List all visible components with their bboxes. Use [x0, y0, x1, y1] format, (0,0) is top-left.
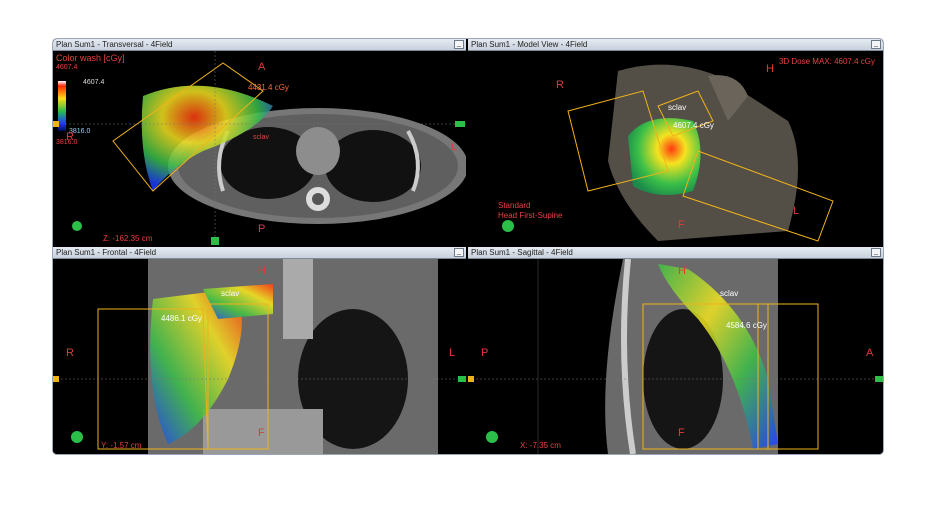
transversal-pane[interactable]: Plan Sum1 - Transversal - 4Field _ Color…: [53, 39, 466, 245]
orient-bottom: F: [678, 219, 685, 231]
patient-orientation-2: Head First-Supine: [498, 211, 563, 220]
legend-max-value: 4607.4: [83, 79, 105, 86]
frontal-view[interactable]: 4486.1 cGy sclav Y: -1.57 cm H F R L: [53, 259, 466, 454]
sagittal-view[interactable]: 4584.6 cGy sclav X: -7.35 cm H F P A: [468, 259, 883, 454]
patient-orientation-icon: [502, 220, 514, 232]
orient-top: H: [678, 265, 686, 277]
patient-orientation-icon: [486, 431, 498, 443]
model-view-minimize-button[interactable]: _: [871, 40, 881, 49]
dose-readout: 4584.6 cGy: [726, 321, 767, 330]
dose-legend-bar[interactable]: [58, 81, 66, 131]
orient-top: H: [766, 63, 774, 75]
structure-label: sclav: [720, 289, 739, 298]
structure-label: sclav: [221, 289, 240, 298]
dose-readout: 4486.1 cGy: [161, 314, 202, 323]
orient-right: L: [449, 347, 456, 359]
sagittal-image: [468, 259, 883, 454]
sagittal-minimize-button[interactable]: _: [871, 248, 881, 257]
patient-orientation-1: Standard: [498, 201, 531, 210]
orient-bottom: F: [678, 427, 685, 439]
frontal-title: Plan Sum1 - Frontal - 4Field: [56, 248, 157, 257]
structure-label: sclav: [253, 134, 269, 141]
orient-left: R: [66, 347, 74, 359]
orient-right: L: [451, 141, 458, 153]
model-view-title: Plan Sum1 - Model View - 4Field: [471, 40, 588, 49]
legend-max: 4607.4: [56, 64, 78, 71]
orient-top: H: [258, 265, 266, 277]
transversal-titlebar[interactable]: Plan Sum1 - Transversal - 4Field _: [53, 39, 466, 51]
orient-right: A: [866, 347, 874, 359]
orient-left: R: [556, 79, 564, 91]
transversal-view[interactable]: Color wash [cGy] 4607.4 4607.4 3816.0 38…: [53, 51, 466, 245]
patient-orientation-icon: [71, 431, 83, 443]
frontal-minimize-button[interactable]: _: [454, 248, 464, 257]
max-dose-label: 3D Dose MAX: 4607.4 cGy: [778, 57, 875, 66]
orient-right: L: [793, 205, 800, 217]
sagittal-titlebar[interactable]: Plan Sum1 - Sagittal - 4Field _: [468, 247, 883, 259]
frontal-image: [53, 259, 466, 454]
transversal-image: [53, 51, 466, 245]
orient-left: P: [481, 347, 489, 359]
structure-label: sclav: [668, 103, 687, 112]
orient-bottom: F: [258, 427, 265, 439]
frontal-titlebar[interactable]: Plan Sum1 - Frontal - 4Field _: [53, 247, 466, 259]
orient-left: R: [66, 131, 74, 143]
sagittal-title: Plan Sum1 - Sagittal - 4Field: [471, 248, 573, 257]
orient-bottom: P: [258, 223, 266, 235]
frontal-pane[interactable]: Plan Sum1 - Frontal - 4Field _ 4486.1 cG…: [53, 247, 466, 454]
legend-title: Color wash [cGy]: [56, 53, 125, 63]
sagittal-pane[interactable]: Plan Sum1 - Sagittal - 4Field _ 4584.6 c…: [468, 247, 883, 454]
slice-coordinate: X: -7.35 cm: [520, 441, 561, 450]
model-view-3d[interactable]: 3D Dose MAX: 4607.4 cGy 4607.4 cGy sclav…: [468, 51, 883, 245]
slice-coordinate: Z: -162.35 cm: [103, 234, 153, 243]
dose-readout: 4607.4 cGy: [673, 121, 714, 130]
transversal-minimize-button[interactable]: _: [454, 40, 464, 49]
patient-orientation-icon: [72, 221, 82, 231]
model-view-pane[interactable]: Plan Sum1 - Model View - 4Field _ 3D Dos…: [468, 39, 883, 245]
transversal-title: Plan Sum1 - Transversal - 4Field: [56, 40, 173, 49]
viewer-window: Plan Sum1 - Transversal - 4Field _ Color…: [53, 39, 883, 454]
model-view-titlebar[interactable]: Plan Sum1 - Model View - 4Field _: [468, 39, 883, 51]
orient-top: A: [258, 61, 266, 73]
slice-coordinate: Y: -1.57 cm: [101, 441, 142, 450]
dose-readout: 4431.4 cGy: [248, 83, 289, 92]
